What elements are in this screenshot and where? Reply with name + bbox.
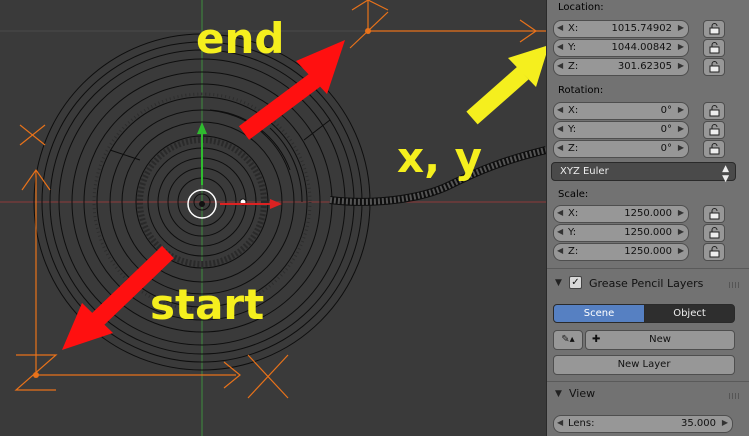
rotation-z-field[interactable]: ◀ Z: 0° ▶ — [553, 140, 689, 158]
lens-field[interactable]: ◀ Lens: 35.000 ▶ — [553, 415, 733, 433]
new-button[interactable]: ✚ New — [585, 330, 735, 350]
annotation-end: end — [196, 14, 285, 63]
tab-object[interactable]: Object — [644, 304, 735, 323]
scale-x-field[interactable]: ◀ X: 1250.000 ▶ — [553, 205, 689, 223]
rotation-y-field[interactable]: ◀ Y: 0° ▶ — [553, 121, 689, 139]
lock-rotation-y-icon[interactable] — [703, 121, 725, 139]
properties-sidebar: Location: ◀ X: 1015.74902 ▶ ◀ Y: 1044.00842 ▶ … — [546, 0, 749, 436]
lock-scale-x-icon[interactable] — [703, 205, 725, 223]
grip-icon[interactable] — [729, 282, 741, 288]
annotation-xy: x, y — [397, 133, 483, 182]
xy-arrow-shaft — [466, 66, 529, 125]
divider — [547, 381, 749, 382]
grease-pencil-title: Grease Pencil Layers — [589, 277, 704, 290]
pencil-selector[interactable]: ✎▴ — [553, 330, 583, 350]
x-manipulator-arrow[interactable] — [270, 199, 282, 209]
viewport-canvas[interactable] — [0, 0, 546, 436]
collapse-triangle-icon: ▼ — [555, 389, 562, 399]
divider — [547, 268, 749, 269]
lock-location-y-icon[interactable] — [703, 39, 725, 57]
rotation-label: Rotation: — [558, 85, 604, 96]
lock-location-x-icon[interactable] — [703, 20, 725, 38]
scale-label: Scale: — [558, 189, 589, 200]
rotation-x-field[interactable]: ◀ X: 0° ▶ — [553, 102, 689, 120]
rotation-mode-select[interactable]: XYZ Euler ▲ ▼ — [551, 162, 736, 184]
lock-location-z-icon[interactable] — [703, 58, 725, 76]
y-manipulator-arrow[interactable] — [197, 122, 207, 134]
3d-viewport[interactable]: end start x, y — [0, 0, 546, 436]
view-title: View — [569, 387, 596, 400]
location-y-field[interactable]: ◀ Y: 1044.00842 ▶ — [553, 39, 689, 57]
end-empty[interactable] — [349, 0, 546, 49]
tab-scene[interactable]: Scene — [553, 304, 645, 323]
grip-icon[interactable] — [729, 393, 741, 399]
new-layer-button[interactable]: New Layer — [553, 355, 735, 375]
collapse-triangle-icon: ▼ — [555, 278, 562, 288]
lock-scale-y-icon[interactable] — [703, 224, 725, 242]
end-arrow-shaft — [238, 73, 321, 140]
location-z-field[interactable]: ◀ Z: 301.62305 ▶ — [553, 58, 689, 76]
checkbox-icon[interactable]: ✓ — [569, 276, 582, 289]
pencil-icon: ✎ — [561, 334, 570, 345]
plus-icon: ✚ — [592, 334, 601, 345]
scale-y-field[interactable]: ◀ Y: 1250.000 ▶ — [553, 224, 689, 242]
location-x-field[interactable]: ◀ X: 1015.74902 ▶ — [553, 20, 689, 38]
annotation-start: start — [150, 280, 265, 329]
location-label: Location: — [558, 2, 604, 13]
lock-rotation-x-icon[interactable] — [703, 102, 725, 120]
scale-z-field[interactable]: ◀ Z: 1250.000 ▶ — [553, 243, 689, 261]
lock-scale-z-icon[interactable] — [703, 243, 725, 261]
updown-arrows-icon: ▲ ▼ — [722, 164, 729, 184]
lock-rotation-z-icon[interactable] — [703, 140, 725, 158]
